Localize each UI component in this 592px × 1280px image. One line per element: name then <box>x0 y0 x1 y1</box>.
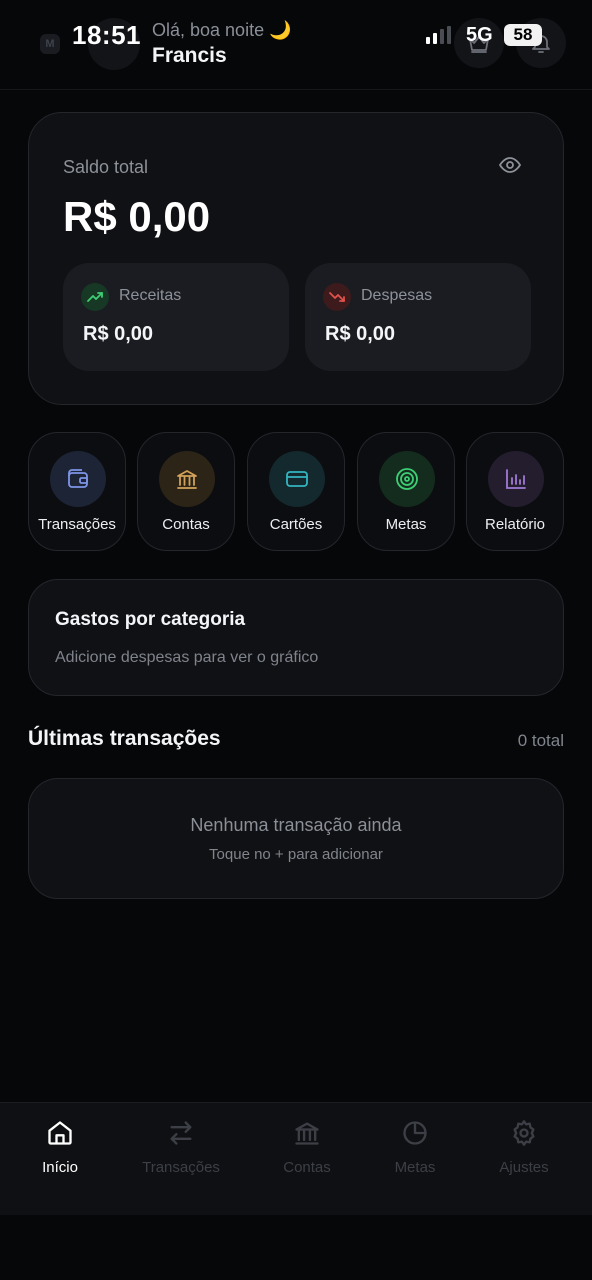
quick-action-report[interactable]: Relatório <box>466 432 564 551</box>
home-icon <box>48 1121 72 1145</box>
nav-label: Ajustes <box>499 1159 549 1176</box>
income-value: R$ 0,00 <box>83 323 154 345</box>
empty-state-subtitle: Toque no + para adicionar <box>209 846 383 863</box>
empty-state-title: Nenhuma transação ainda <box>190 815 402 835</box>
bank-icon <box>295 1122 319 1145</box>
balance-card: Saldo total R$ 0,00 Receitas R$ 0,00 Des… <box>28 112 564 405</box>
nav-label: Metas <box>394 1159 436 1176</box>
home-screen: M 18:51 Olá, boa noite 🌙 Francis 5G 58 S… <box>0 0 592 1280</box>
nav-item-home[interactable]: Início <box>0 1103 120 1216</box>
income-card[interactable]: Receitas R$ 0,00 <box>63 263 289 371</box>
transfer-icon <box>170 1121 192 1145</box>
signal-icon <box>426 26 451 44</box>
nav-item-accounts[interactable]: Contas <box>247 1103 367 1216</box>
greeting-text: Olá, boa noite 🌙 <box>152 20 292 40</box>
expense-label: Despesas <box>361 287 433 304</box>
income-label: Receitas <box>119 287 182 304</box>
balance-label: Saldo total <box>63 157 149 177</box>
quick-action-label: Cartões <box>269 516 323 533</box>
nav-item-goals[interactable]: Metas <box>355 1103 475 1216</box>
wallet-icon <box>50 451 106 507</box>
nav-item-transactions[interactable]: Transações <box>121 1103 241 1216</box>
category-card-title: Gastos por categoria <box>55 609 246 630</box>
empty-transactions-card: Nenhuma transação ainda Toque no + para … <box>28 778 564 899</box>
expense-value: R$ 0,00 <box>325 323 396 345</box>
header: M 18:51 Olá, boa noite 🌙 Francis 5G 58 <box>0 0 592 90</box>
nav-label: Início <box>42 1159 78 1176</box>
card-icon <box>269 451 325 507</box>
chart-icon <box>488 451 544 507</box>
status-time: 18:51 <box>72 20 141 50</box>
balance-value: R$ 0,00 <box>63 193 211 240</box>
trending-down-icon <box>323 283 351 311</box>
target-icon <box>379 451 435 507</box>
quick-action-label: Relatório <box>484 516 546 533</box>
quick-action-goals[interactable]: Metas <box>357 432 455 551</box>
recent-transactions-title: Últimas transações <box>28 727 221 750</box>
category-card-subtitle: Adicione despesas para ver o gráfico <box>55 649 319 666</box>
nav-item-settings[interactable]: Ajustes <box>464 1103 584 1216</box>
user-name: Francis <box>152 44 227 67</box>
pie-icon <box>403 1121 427 1145</box>
quick-action-transactions[interactable]: Transações <box>28 432 126 551</box>
quick-action-label: Contas <box>162 516 210 533</box>
trending-up-icon <box>81 283 109 311</box>
category-spending-card[interactable]: Gastos por categoria Adicione despesas p… <box>28 579 564 696</box>
quick-action-accounts[interactable]: Contas <box>137 432 235 551</box>
bottom-safe-area <box>0 1215 592 1280</box>
expense-card[interactable]: Despesas R$ 0,00 <box>305 263 531 371</box>
battery-indicator: 58 <box>504 24 542 46</box>
quick-action-label: Transações <box>38 516 116 533</box>
nav-label: Contas <box>283 1159 331 1176</box>
nav-label: Transações <box>142 1159 220 1176</box>
bank-icon <box>159 451 215 507</box>
app-logo: M <box>40 34 60 54</box>
quick-action-label: Metas <box>385 516 427 533</box>
transactions-count: 0 total <box>517 731 564 750</box>
eye-icon[interactable] <box>499 157 521 173</box>
quick-action-cards[interactable]: Cartões <box>247 432 345 551</box>
gear-icon <box>513 1120 535 1146</box>
network-indicator: 5G <box>466 24 493 46</box>
bottom-nav: Início Transações Contas Metas Ajustes <box>0 1102 592 1215</box>
